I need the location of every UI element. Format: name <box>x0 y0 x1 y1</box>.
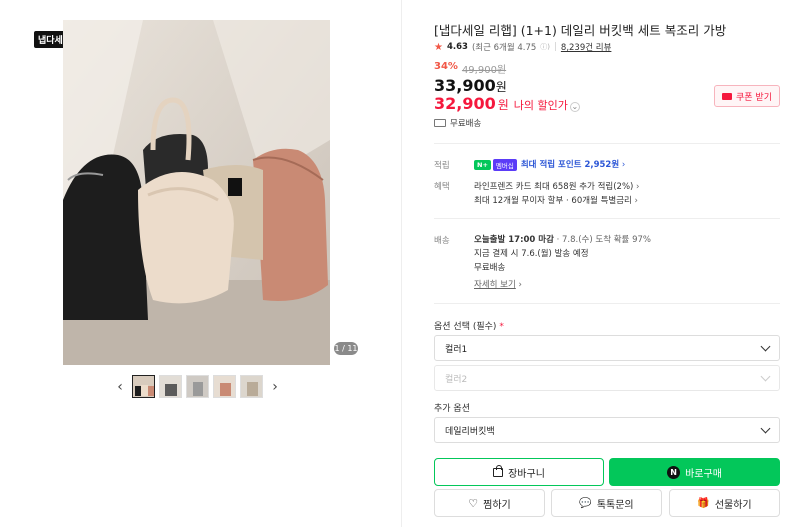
thumbnail-5[interactable] <box>240 375 263 398</box>
thumbnail-image <box>241 376 262 397</box>
star-icon: ★ <box>434 41 443 53</box>
delivery-line-1: 오늘출발 17:00 마감 · 7.8.(수) 도착 확률 97% <box>474 233 651 245</box>
separator: | <box>554 42 557 52</box>
buy-label: 바로구매 <box>685 468 722 480</box>
delivery-label: 배송 <box>434 236 450 246</box>
rating-row: ★ 4.63 (최근 6개월 4.75 ⓘ) | 8,239건 리뷰 <box>434 41 612 54</box>
talk-label: 톡톡문의 <box>596 499 634 511</box>
my-discount-price[interactable]: 32,900 원 나의 할인가 ⌄ <box>434 94 580 113</box>
buy-now-button[interactable]: N 바로구매 <box>609 458 780 486</box>
required-option-label: 옵션 선택 (필수) * <box>434 319 504 332</box>
cart-label: 장바구니 <box>508 468 545 480</box>
free-shipping-label: 무료배송 <box>450 119 482 129</box>
extra-option-value: 데일리버킷백 <box>445 426 495 437</box>
sale-price-value: 33,900 <box>434 76 496 95</box>
divider <box>434 218 780 219</box>
color2-select[interactable]: 컬러2 <box>434 365 780 391</box>
chat-icon: 💬 <box>579 497 592 509</box>
chevron-right-icon: › <box>631 196 638 206</box>
extra-option-select[interactable]: 데일리버킷백 <box>434 417 780 443</box>
color2-select-value: 컬러2 <box>445 374 468 385</box>
max-points-link[interactable]: 최대 적립 포인트 2,952원 <box>521 160 619 170</box>
info-icon[interactable]: ⓘ) <box>540 42 550 52</box>
rating-score: 4.63 <box>446 42 468 52</box>
detail-link-text: 자세히 보기 <box>474 280 516 290</box>
truck-icon <box>434 119 446 127</box>
discount-rate: 34% <box>434 61 458 72</box>
thumbnail-image <box>187 376 208 397</box>
thumbnail-strip: ‹ › <box>112 375 283 398</box>
my-price-value: 32,900 <box>434 94 496 113</box>
perks-line-2-text: 최대 12개월 무이자 할부 · 60개월 특별금리 <box>474 196 632 206</box>
wish-label: 찜하기 <box>483 499 511 511</box>
chevron-right-icon: › <box>515 280 522 290</box>
product-title: [냅다세일 리햅] (1+1) 데일리 버킷백 세트 복조리 가방 <box>434 23 727 38</box>
naver-plus-badge: N+ <box>474 159 491 170</box>
chevron-down-icon <box>760 423 771 433</box>
extra-option-label: 추가 옵션 <box>434 404 470 414</box>
perks-label: 혜택 <box>434 182 450 192</box>
thumbnail-2[interactable] <box>159 375 182 398</box>
thumbnail-3[interactable] <box>186 375 209 398</box>
coupon-button[interactable]: 쿠폰 받기 <box>714 85 780 107</box>
thumb-next-arrow-icon[interactable]: › <box>267 376 283 398</box>
points-value[interactable]: N+ 멤버십 최대 적립 포인트 2,952원 › <box>474 158 625 171</box>
thumbnail-image <box>133 376 154 397</box>
chevron-right-icon: › <box>633 182 640 192</box>
delivery-detail-link[interactable]: 자세히 보기 › <box>474 278 522 290</box>
main-product-photo[interactable] <box>63 20 330 365</box>
naver-n-icon: N <box>667 465 681 479</box>
shipping-info: 무료배송 <box>434 117 481 129</box>
chevron-down-icon <box>760 371 771 381</box>
thumbnail-image <box>160 376 181 397</box>
my-price-unit: 원 <box>497 98 509 112</box>
thumb-prev-arrow-icon[interactable]: ‹ <box>112 376 128 398</box>
thumbnail-4[interactable] <box>213 375 236 398</box>
required-mark: * <box>499 322 504 332</box>
today-ship-deadline: 오늘출발 17:00 마감 <box>474 235 554 245</box>
arrival-probability: · 7.8.(수) 도착 확률 97% <box>556 235 651 245</box>
perks-line-1-text: 라인프렌즈 카드 최대 658원 추가 적립(2%) <box>474 182 634 192</box>
chevron-right-icon: › <box>619 160 626 170</box>
product-gallery: 냅다세일 1 / 11 ‹ › <box>0 0 400 527</box>
sale-price-unit: 원 <box>495 80 507 94</box>
thumbnail-1[interactable] <box>132 375 155 398</box>
chevron-down-icon[interactable]: ⌄ <box>569 102 580 112</box>
thumbnail-image <box>214 376 235 397</box>
photo-counter: 1 / 11 <box>334 342 358 355</box>
chevron-down-icon <box>760 341 771 351</box>
color1-select-value: 컬러1 <box>445 344 468 355</box>
coupon-icon <box>722 92 732 100</box>
delivery-line-3: 무료배송 <box>474 263 506 273</box>
required-option-text: 옵션 선택 (필수) <box>434 322 497 332</box>
color1-select[interactable]: 컬러1 <box>434 335 780 361</box>
perks-line-1[interactable]: 라인프렌즈 카드 최대 658원 추가 적립(2%) › <box>474 180 639 192</box>
points-label: 적립 <box>434 161 450 171</box>
gift-icon: 🎁 <box>697 497 710 509</box>
bucket-bags-illustration <box>63 20 330 365</box>
membership-badge: 멤버십 <box>492 158 517 171</box>
perks-line-2[interactable]: 최대 12개월 무이자 할부 · 60개월 특별금리 › <box>474 194 638 206</box>
rating-recent: (최근 6개월 4.75 <box>471 43 537 53</box>
divider <box>434 143 780 144</box>
vertical-divider <box>401 0 402 527</box>
coupon-label: 쿠폰 받기 <box>736 92 772 103</box>
discount-row: 34% 49,900원 <box>434 61 506 76</box>
bag-icon <box>493 464 504 477</box>
original-price: 49,900원 <box>461 65 507 76</box>
my-price-label: 나의 할인가 <box>513 99 568 112</box>
delivery-line-2: 지금 결제 시 7.6.(월) 발송 예정 <box>474 249 589 259</box>
add-to-cart-button[interactable]: 장바구니 <box>434 458 604 486</box>
talk-inquiry-button[interactable]: 💬 톡톡문의 <box>551 489 662 517</box>
sale-price: 33,900 원 <box>434 76 507 95</box>
gift-label: 선물하기 <box>714 499 752 511</box>
heart-icon: ♡ <box>468 496 479 510</box>
wishlist-button[interactable]: ♡ 찜하기 <box>434 489 545 517</box>
gift-button[interactable]: 🎁 선물하기 <box>669 489 780 517</box>
review-count-link[interactable]: 8,239건 리뷰 <box>561 41 612 53</box>
divider <box>434 303 780 304</box>
